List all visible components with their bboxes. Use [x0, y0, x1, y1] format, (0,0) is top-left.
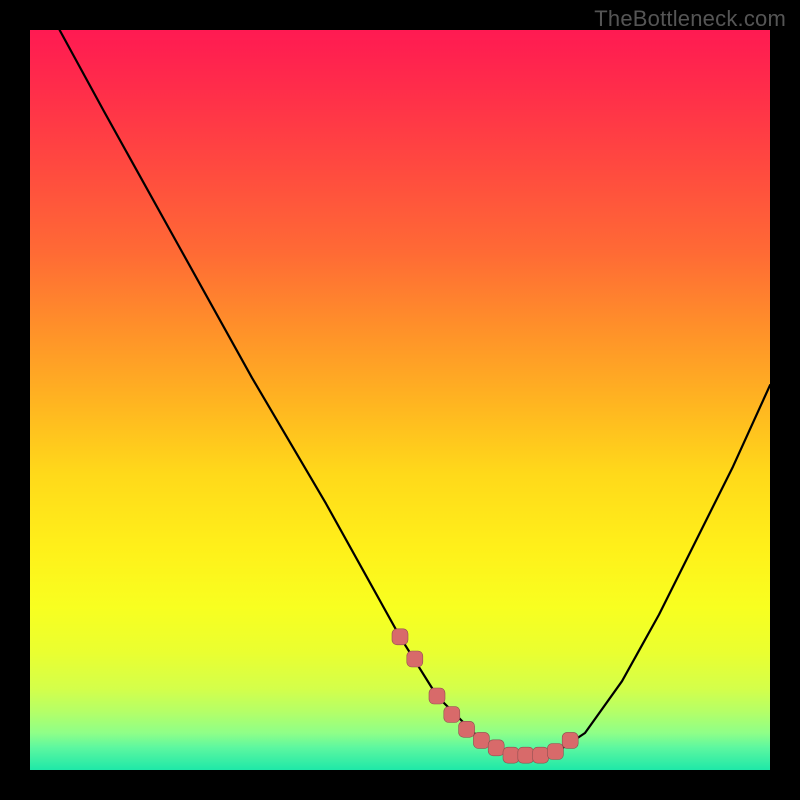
curve-marker: [392, 629, 408, 645]
curve-marker: [533, 747, 549, 763]
curve-marker: [488, 740, 504, 756]
curve-marker: [503, 747, 519, 763]
curve-marker: [407, 651, 423, 667]
chart-svg: [30, 30, 770, 770]
marker-group: [392, 629, 578, 763]
curve-marker: [444, 707, 460, 723]
chart-plot-area: [30, 30, 770, 770]
curve-marker: [429, 688, 445, 704]
curve-marker: [459, 721, 475, 737]
curve-marker: [562, 732, 578, 748]
chart-frame: TheBottleneck.com: [0, 0, 800, 800]
bottleneck-curve: [60, 30, 770, 755]
curve-marker: [518, 747, 534, 763]
curve-marker: [473, 732, 489, 748]
curve-marker: [547, 744, 563, 760]
attribution-text: TheBottleneck.com: [594, 6, 786, 32]
